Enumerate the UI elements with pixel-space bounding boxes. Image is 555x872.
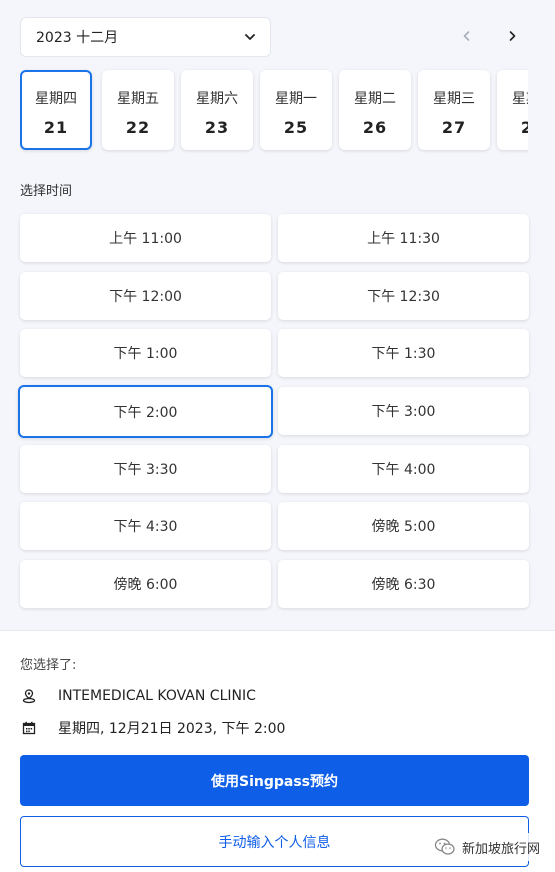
time-slot[interactable]: 下午 1:00 (20, 329, 271, 377)
day-name: 星期二 (354, 91, 396, 107)
time-slot[interactable]: 下午 3:00 (278, 387, 529, 435)
day-name: 星期一 (275, 91, 317, 107)
time-slot[interactable]: 傍晚 5:00 (278, 502, 529, 550)
day-date: 28 (520, 118, 528, 137)
time-slot-selected[interactable]: 下午 2:00 (18, 385, 273, 438)
day-card[interactable]: 星期二 26 (339, 70, 411, 150)
time-slot[interactable]: 下午 1:30 (278, 329, 529, 377)
time-slot[interactable]: 下午 4:30 (20, 502, 271, 550)
calendar-icon (20, 719, 38, 737)
day-name: 星期四 (512, 91, 528, 107)
time-slot[interactable]: 下午 4:00 (278, 445, 529, 493)
chevron-left-icon (463, 31, 470, 41)
day-name: 星期六 (196, 91, 238, 107)
time-section-label: 选择时间 (20, 184, 73, 199)
clinic-row: INTEMEDICAL KOVAN CLINIC (20, 687, 256, 705)
prev-week-button[interactable] (457, 26, 477, 46)
time-slot[interactable]: 上午 11:30 (278, 214, 529, 262)
day-name: 星期五 (117, 91, 159, 107)
day-card[interactable]: 星期三 27 (418, 70, 490, 150)
wechat-icon (434, 838, 455, 855)
time-slot[interactable]: 傍晚 6:00 (20, 560, 271, 608)
day-card[interactable]: 星期六 23 (181, 70, 253, 150)
chevron-right-icon (509, 31, 516, 41)
day-date: 21 (43, 118, 69, 137)
day-name: 星期三 (433, 91, 475, 107)
watermark-text: 新加坡旅行网 (462, 841, 541, 857)
day-date: 26 (362, 118, 388, 137)
time-slot[interactable]: 下午 12:30 (278, 272, 529, 320)
day-date: 23 (204, 118, 230, 137)
time-slot[interactable]: 下午 12:00 (20, 272, 271, 320)
day-picker: 星期四 21 星期五 22 星期六 23 星期一 25 星期二 26 星期三 2… (20, 68, 528, 154)
next-week-button[interactable] (502, 26, 522, 46)
day-card[interactable]: 星期一 25 (260, 70, 332, 150)
chevron-down-icon (245, 34, 255, 40)
time-slot[interactable]: 下午 3:30 (20, 445, 271, 493)
day-date: 22 (125, 118, 151, 137)
selection-summary-label: 您选择了: (20, 658, 77, 673)
day-card[interactable]: 星期四 28 (497, 70, 528, 150)
time-slot[interactable]: 傍晚 6:30 (278, 560, 529, 608)
datetime-row: 星期四, 12月21日 2023, 下午 2:00 (20, 718, 285, 738)
day-date: 27 (441, 118, 467, 137)
day-date: 25 (283, 118, 309, 137)
time-slot[interactable]: 上午 11:00 (20, 214, 271, 262)
watermark: 新加坡旅行网 (430, 833, 545, 861)
day-name: 星期四 (35, 91, 77, 107)
booking-panel: 2023 十二月 星期四 21 星期五 22 星期六 23 星期一 25 星期二… (0, 0, 555, 630)
singpass-book-button[interactable]: 使用Singpass预约 (20, 755, 529, 806)
day-card[interactable]: 星期四 21 (20, 70, 92, 150)
day-card[interactable]: 星期五 22 (102, 70, 174, 150)
clinic-name: INTEMEDICAL KOVAN CLINIC (58, 688, 256, 704)
month-select-value: 2023 十二月 (36, 30, 119, 46)
location-pin-icon (20, 687, 38, 705)
month-select[interactable]: 2023 十二月 (20, 17, 271, 57)
appointment-datetime: 星期四, 12月21日 2023, 下午 2:00 (58, 721, 286, 737)
